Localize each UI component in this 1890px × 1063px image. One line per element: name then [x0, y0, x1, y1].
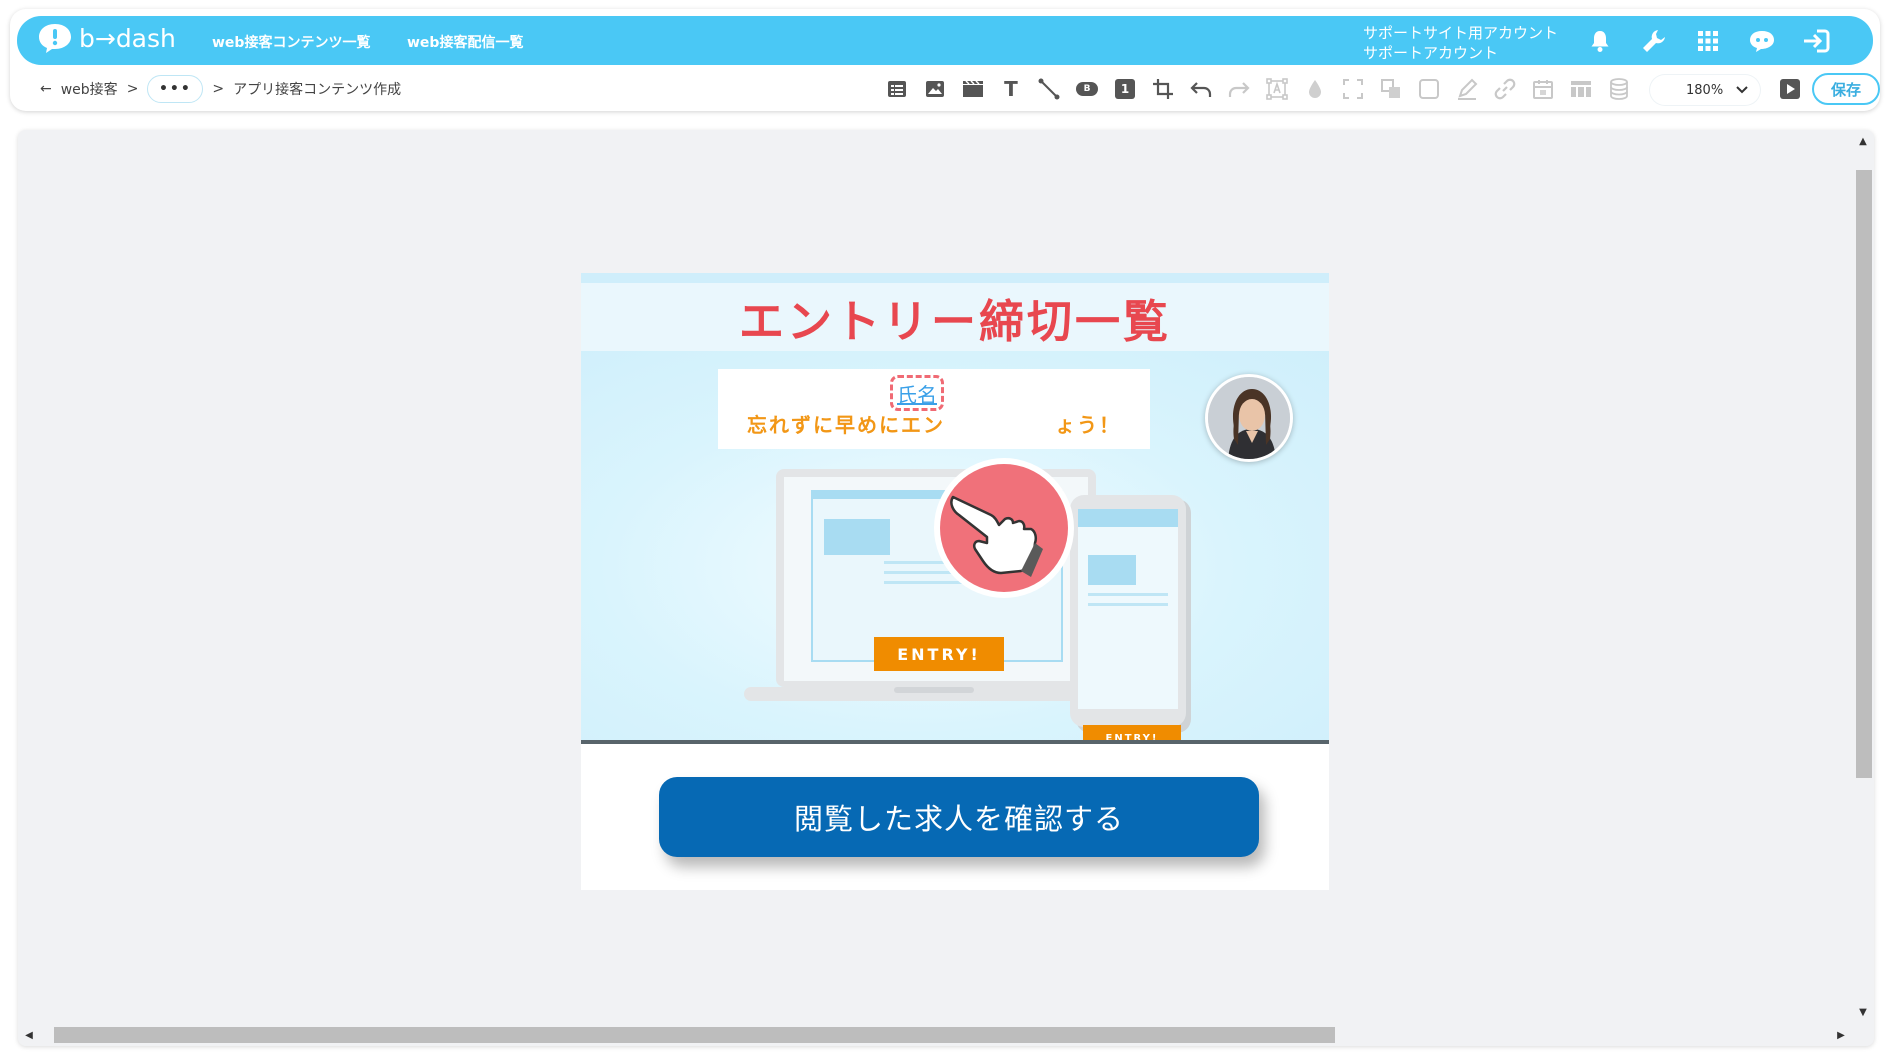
bell-icon[interactable] — [1585, 28, 1615, 54]
hero-divider — [581, 740, 1329, 744]
account-info[interactable]: サポートサイト用アカウント サポートアカウント — [1363, 23, 1558, 63]
account-user-name: サポートアカウント — [1363, 44, 1499, 62]
chat-bot-icon[interactable] — [1747, 28, 1777, 54]
app-header: b→dash web接客コンテンツ一覧 web接客配信一覧 サポートサイト用アカ… — [10, 9, 1880, 111]
link-icon[interactable] — [1493, 78, 1517, 100]
name-placeholder-tag[interactable]: 氏名 — [890, 375, 944, 411]
top-navigation-bar: b→dash web接客コンテンツ一覧 web接客配信一覧 サポートサイト用アカ… — [17, 16, 1873, 65]
calendar-icon[interactable] — [1531, 78, 1555, 100]
chevron-down-icon — [1736, 86, 1748, 94]
zoom-select[interactable]: 180% — [1650, 75, 1760, 105]
layout-icon[interactable] — [885, 78, 909, 100]
cta-area: 閲覧した求人を確認する — [581, 747, 1329, 890]
nav-delivery-list[interactable]: web接客配信一覧 — [407, 32, 523, 52]
number-badge: 1 — [1115, 79, 1135, 99]
account-site-name: サポートサイト用アカウント — [1363, 24, 1559, 42]
scroll-down-arrow-icon[interactable]: ▼ — [1856, 1005, 1870, 1019]
frame-icon[interactable] — [1341, 78, 1365, 100]
scroll-right-arrow-icon[interactable]: ▶ — [1834, 1028, 1848, 1042]
horizontal-scrollbar[interactable] — [18, 1024, 1874, 1046]
breadcrumb-separator: > — [212, 81, 225, 97]
button-icon[interactable]: B — [1075, 78, 1099, 100]
view-jobs-button[interactable]: 閲覧した求人を確認する — [659, 777, 1259, 857]
pen-icon[interactable] — [1455, 78, 1479, 100]
line-icon[interactable] — [1037, 78, 1061, 100]
scroll-up-arrow-icon[interactable]: ▲ — [1856, 134, 1870, 148]
back-arrow-icon[interactable]: ← — [40, 81, 52, 97]
save-button[interactable]: 保存 — [1812, 73, 1880, 105]
breadcrumb: ← web接客 > ••• > アプリ接客コンテンツ作成 — [40, 75, 401, 103]
button-icon-glyph: B — [1076, 82, 1098, 96]
laptop-entry-button: ENTRY! — [874, 637, 1004, 671]
grid-icon[interactable] — [1693, 28, 1723, 54]
breadcrumb-root[interactable]: web接客 — [61, 79, 118, 99]
logo[interactable]: b→dash — [37, 22, 176, 54]
title-area[interactable]: エントリー締切一覧 — [581, 283, 1329, 351]
editor-canvas[interactable]: エントリー締切一覧 ENTRY! ENTRY! 氏名 忘れずに早めにエン ょう！… — [18, 130, 1874, 1046]
zoom-value: 180% — [1686, 82, 1724, 98]
breadcrumb-current: アプリ接客コンテンツ作成 — [233, 82, 402, 98]
crop-icon[interactable] — [1151, 78, 1175, 100]
text-box-icon[interactable] — [1265, 78, 1289, 100]
vertical-scrollbar[interactable] — [1852, 130, 1874, 1023]
play-icon[interactable] — [1778, 78, 1802, 100]
person-photo-icon — [1208, 377, 1290, 459]
number-icon[interactable]: 1 — [1113, 78, 1137, 100]
hero-image[interactable]: ENTRY! ENTRY! 氏名 忘れずに早めにエン ょう！ — [581, 351, 1329, 743]
editor-toolbar-row: ← web接客 > ••• > アプリ接客コンテンツ作成 T B 1 180% … — [10, 65, 1880, 111]
breadcrumb-separator: > — [126, 81, 139, 97]
logo-text: b→dash — [79, 23, 176, 53]
video-icon[interactable] — [961, 78, 985, 100]
undo-icon[interactable] — [1189, 78, 1213, 100]
shape-icon[interactable] — [1417, 78, 1441, 100]
title-top-band — [581, 273, 1329, 283]
pointing-hand-icon[interactable] — [931, 455, 1077, 601]
breadcrumb-collapsed-button[interactable]: ••• — [147, 75, 204, 103]
content-title[interactable]: エントリー締切一覧 — [739, 285, 1171, 350]
redo-icon[interactable] — [1227, 78, 1251, 100]
phone-illustration — [1070, 495, 1191, 733]
image-icon[interactable] — [923, 78, 947, 100]
table-icon[interactable] — [1569, 78, 1593, 100]
nav-content-list[interactable]: web接客コンテンツ一覧 — [212, 32, 370, 52]
message-text[interactable]: 忘れずに早めにエン ょう！ — [718, 409, 1150, 438]
database-icon[interactable] — [1607, 78, 1631, 100]
text-icon[interactable]: T — [999, 77, 1023, 101]
logout-icon[interactable] — [1801, 28, 1831, 54]
wrench-icon[interactable] — [1639, 28, 1669, 54]
group-icon[interactable] — [1379, 78, 1403, 100]
fill-icon[interactable] — [1303, 78, 1327, 100]
content-preview[interactable]: エントリー締切一覧 ENTRY! ENTRY! 氏名 忘れずに早めにエン ょう！… — [581, 273, 1329, 890]
logo-bubble-icon — [39, 24, 71, 53]
horizontal-scroll-thumb[interactable] — [54, 1027, 1335, 1043]
scroll-left-arrow-icon[interactable]: ◀ — [22, 1028, 36, 1042]
vertical-scroll-thumb[interactable] — [1856, 170, 1872, 778]
avatar[interactable] — [1205, 374, 1293, 462]
message-box[interactable]: 氏名 忘れずに早めにエン ょう！ — [718, 369, 1150, 449]
